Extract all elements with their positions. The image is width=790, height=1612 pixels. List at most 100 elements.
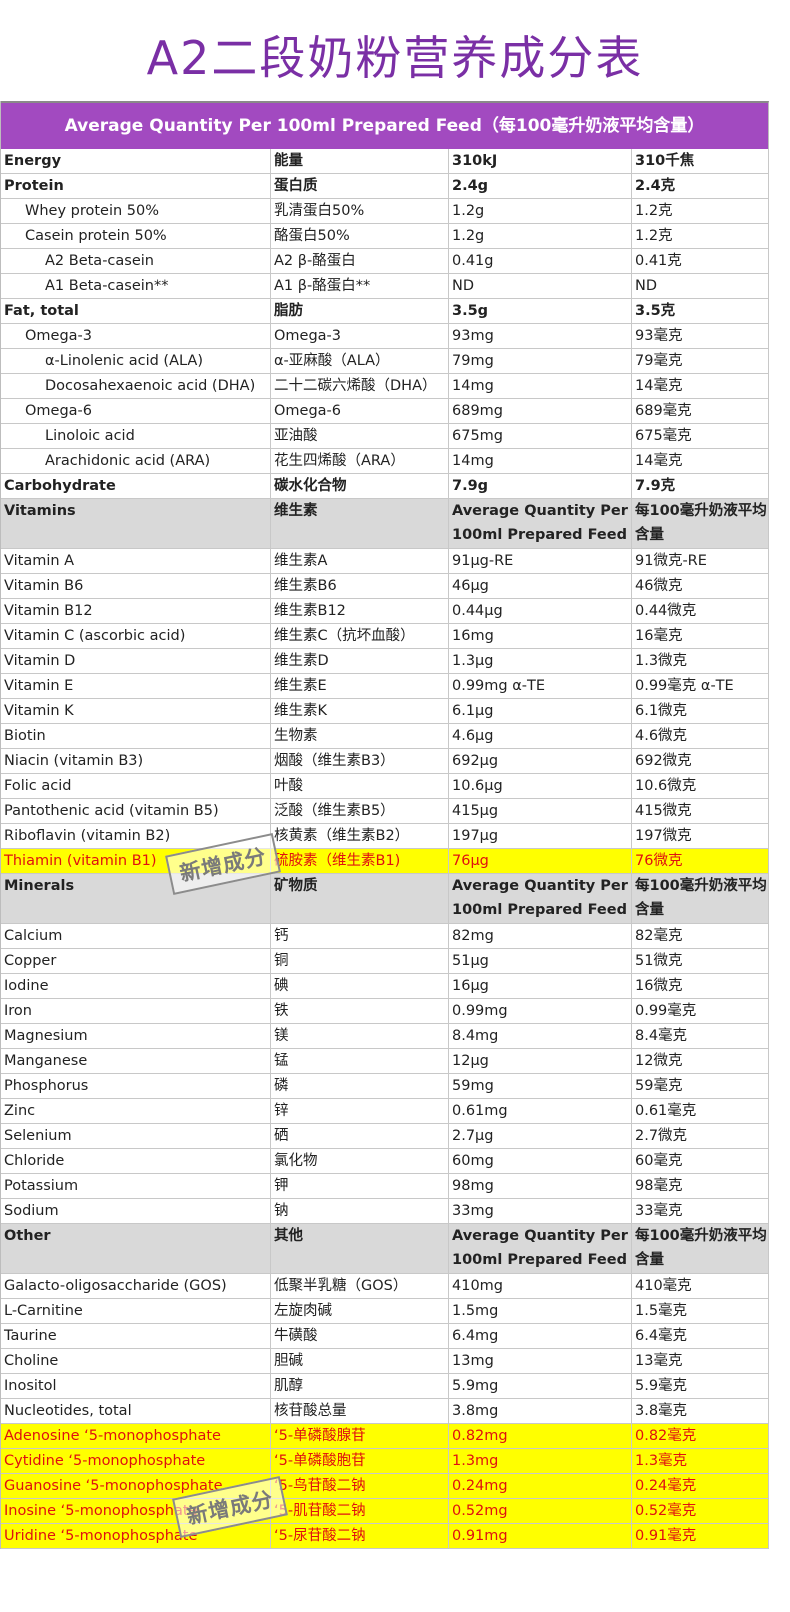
value-cell-cn: 415微克 bbox=[632, 799, 769, 823]
nutrient-name-cn: 锌 bbox=[271, 1099, 449, 1123]
nutrient-name: Vitamin K bbox=[1, 699, 271, 723]
value-cell: 2.7μg bbox=[449, 1124, 632, 1148]
nutrient-name-cn: 脂肪 bbox=[271, 299, 449, 323]
nutrient-name-cn: 烟酸（维生素B3） bbox=[271, 749, 449, 773]
value-cell: 33mg bbox=[449, 1199, 632, 1223]
nutrient-name: Pantothenic acid (vitamin B5) bbox=[1, 799, 271, 823]
nutrient-name-cn: 矿物质 bbox=[271, 874, 449, 923]
table-row: Inosine ‘5-monophosphate ‘5-肌苷酸二钠 0.52mg 0.… bbox=[1, 1499, 769, 1524]
value-cell-cn: 0.41克 bbox=[632, 249, 769, 273]
value-cell: 0.82mg bbox=[449, 1424, 632, 1448]
value-cell: 689mg bbox=[449, 399, 632, 423]
nutrient-name-cn: 牛磺酸 bbox=[271, 1324, 449, 1348]
value-cell-cn: ND bbox=[632, 274, 769, 298]
value-cell-cn: 16毫克 bbox=[632, 624, 769, 648]
table-row: Selenium 硒 2.7μg 2.7微克 bbox=[1, 1124, 769, 1149]
nutrient-name-cn: 钾 bbox=[271, 1174, 449, 1198]
section-header-row: Minerals 矿物质 Average Quantity Per 100ml Pr… bbox=[1, 874, 769, 924]
table-row: Linoloic acid 亚油酸 675mg 675毫克 bbox=[1, 424, 769, 449]
value-cell-cn: 1.3毫克 bbox=[632, 1449, 769, 1473]
value-cell: 0.99mg bbox=[449, 999, 632, 1023]
nutrient-name-cn: 低聚半乳糖（GOS） bbox=[271, 1274, 449, 1298]
value-cell: 0.41g bbox=[449, 249, 632, 273]
value-cell-cn: 79毫克 bbox=[632, 349, 769, 373]
value-cell-cn: 5.9毫克 bbox=[632, 1374, 769, 1398]
value-cell-cn: 1.2克 bbox=[632, 224, 769, 248]
value-cell-cn: 0.99毫克 bbox=[632, 999, 769, 1023]
table-row: Omega-3 Omega-3 93mg 93毫克 bbox=[1, 324, 769, 349]
value-cell: 8.4mg bbox=[449, 1024, 632, 1048]
nutrient-name-cn: 泛酸（维生素B5） bbox=[271, 799, 449, 823]
table-row: Vitamin B12 维生素B12 0.44μg 0.44微克 bbox=[1, 599, 769, 624]
value-cell: 0.24mg bbox=[449, 1474, 632, 1498]
nutrient-name-cn: 镁 bbox=[271, 1024, 449, 1048]
value-cell-cn: 1.5毫克 bbox=[632, 1299, 769, 1323]
nutrient-name: Vitamin D bbox=[1, 649, 271, 673]
value-cell-cn: 692微克 bbox=[632, 749, 769, 773]
value-cell-cn: 12微克 bbox=[632, 1049, 769, 1073]
nutrient-name: Taurine bbox=[1, 1324, 271, 1348]
nutrient-name: Energy bbox=[1, 149, 271, 173]
value-cell-cn: 310千焦 bbox=[632, 149, 769, 173]
value-cell-cn: 1.2克 bbox=[632, 199, 769, 223]
table-row: Guanosine ‘5-monophosphate ‘5-鸟苷酸二钠 0.24mg… bbox=[1, 1474, 769, 1499]
value-cell: 46μg bbox=[449, 574, 632, 598]
section-header-row: Other 其他 Average Quantity Per 100ml Prepar… bbox=[1, 1224, 769, 1274]
nutrient-name: Vitamin B6 bbox=[1, 574, 271, 598]
value-cell-cn: 410毫克 bbox=[632, 1274, 769, 1298]
value-cell: 415μg bbox=[449, 799, 632, 823]
nutrient-name-cn: 蛋白质 bbox=[271, 174, 449, 198]
table-row: Galacto-oligosaccharide (GOS) 低聚半乳糖（GOS） 4… bbox=[1, 1274, 769, 1299]
table-body: Energy 能量 310kJ 310千焦 Protein 蛋白质 2.4g 2.4克 Whey… bbox=[1, 149, 769, 1549]
value-cell: 310kJ bbox=[449, 149, 632, 173]
nutrient-name: Magnesium bbox=[1, 1024, 271, 1048]
table-row: Niacin (vitamin B3) 烟酸（维生素B3） 692μg 692微克 bbox=[1, 749, 769, 774]
value-cell-cn: 8.4毫克 bbox=[632, 1024, 769, 1048]
table-row: Taurine 牛磺酸 6.4mg 6.4毫克 bbox=[1, 1324, 769, 1349]
value-cell: 91μg-RE bbox=[449, 549, 632, 573]
table-row: Thiamin (vitamin B1) 硫胺素（维生素B1) 76μg 76微克 bbox=[1, 849, 769, 874]
nutrient-name-cn: ‘5-尿苷酸二钠 bbox=[271, 1524, 449, 1548]
value-cell: 0.91mg bbox=[449, 1524, 632, 1548]
nutrient-name-cn: 维生素 bbox=[271, 499, 449, 548]
nutrient-name-cn: 碘 bbox=[271, 974, 449, 998]
value-cell-cn: 0.99毫克 α-TE bbox=[632, 674, 769, 698]
table-row: Vitamin E 维生素E 0.99mg α-TE 0.99毫克 α-TE bbox=[1, 674, 769, 699]
table-row: α-Linolenic acid (ALA) α-亚麻酸（ALA） 79mg 79毫克 bbox=[1, 349, 769, 374]
value-cell: 3.8mg bbox=[449, 1399, 632, 1423]
table-row: Vitamin B6 维生素B6 46μg 46微克 bbox=[1, 574, 769, 599]
nutrient-name: Vitamin B12 bbox=[1, 599, 271, 623]
value-cell-cn: 3.8毫克 bbox=[632, 1399, 769, 1423]
value-cell-cn: 3.5克 bbox=[632, 299, 769, 323]
table-row: A2 Beta-casein A2 β-酪蛋白 0.41g 0.41克 bbox=[1, 249, 769, 274]
table-row: Potassium 钾 98mg 98毫克 bbox=[1, 1174, 769, 1199]
nutrient-name-cn: 核黄素（维生素B2） bbox=[271, 824, 449, 848]
nutrient-name-cn: 氯化物 bbox=[271, 1149, 449, 1173]
value-cell: 0.44μg bbox=[449, 599, 632, 623]
nutrient-name-cn: Omega-3 bbox=[271, 324, 449, 348]
value-cell-cn: 2.4克 bbox=[632, 174, 769, 198]
value-cell: 6.4mg bbox=[449, 1324, 632, 1348]
nutrient-name: Protein bbox=[1, 174, 271, 198]
table-row: A1 Beta-casein** A1 β-酪蛋白** ND ND bbox=[1, 274, 769, 299]
value-cell: 14mg bbox=[449, 449, 632, 473]
nutrient-name: Biotin bbox=[1, 724, 271, 748]
value-cell: 4.6μg bbox=[449, 724, 632, 748]
nutrient-name-cn: ‘5-鸟苷酸二钠 bbox=[271, 1474, 449, 1498]
table-row: Calcium 钙 82mg 82毫克 bbox=[1, 924, 769, 949]
value-cell: 1.2g bbox=[449, 199, 632, 223]
value-cell: 93mg bbox=[449, 324, 632, 348]
nutrient-name-cn: 磷 bbox=[271, 1074, 449, 1098]
value-cell: 3.5g bbox=[449, 299, 632, 323]
value-cell: 5.9mg bbox=[449, 1374, 632, 1398]
value-cell-cn: 16微克 bbox=[632, 974, 769, 998]
nutrient-name-cn: 铜 bbox=[271, 949, 449, 973]
nutrient-name-cn: 核苷酸总量 bbox=[271, 1399, 449, 1423]
nutrient-name: Fat, total bbox=[1, 299, 271, 323]
value-cell-cn: 689毫克 bbox=[632, 399, 769, 423]
value-cell-cn: 98毫克 bbox=[632, 1174, 769, 1198]
nutrient-name-cn: 维生素B6 bbox=[271, 574, 449, 598]
nutrient-name: Omega-6 bbox=[1, 399, 271, 423]
nutrient-name: Vitamins bbox=[1, 499, 271, 548]
nutrient-name: Chloride bbox=[1, 1149, 271, 1173]
